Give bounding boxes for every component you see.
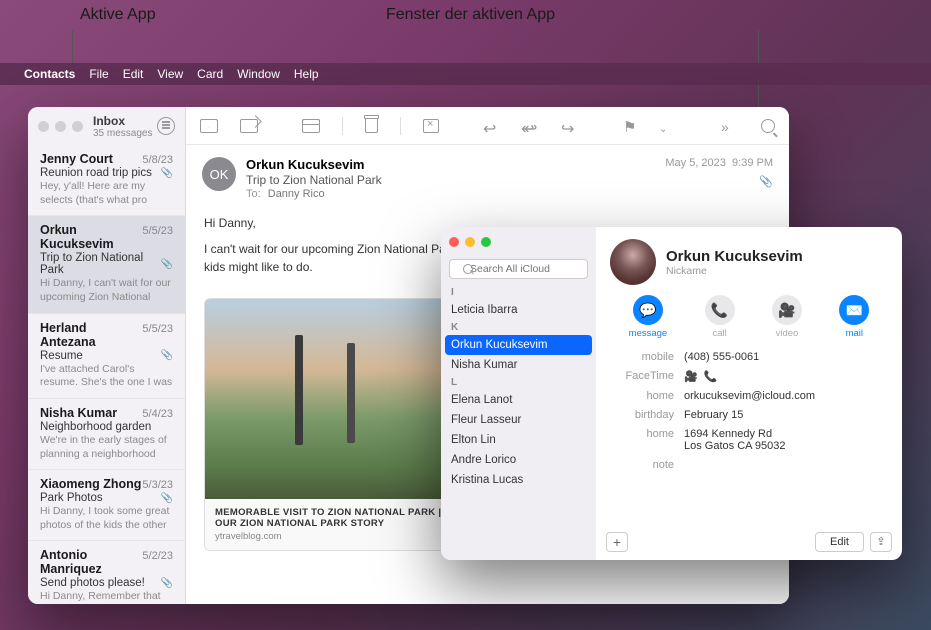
junk-icon[interactable] (423, 119, 439, 133)
field-label-mobile: mobile (610, 351, 674, 363)
flag-icon[interactable] (623, 118, 637, 134)
list-item[interactable]: Jenny Court5/8/23Reunion road trip pics📎… (28, 145, 185, 216)
list-item[interactable]: Nisha Kumar (441, 355, 596, 375)
inbox-heading: Inbox 35 messages (93, 114, 157, 139)
mail-titlebar: Inbox 35 messages (28, 107, 185, 145)
trash-icon[interactable] (365, 118, 378, 133)
list-item[interactable]: Herland Antezana5/5/23Resume📎I've attach… (28, 314, 185, 399)
link-preview-source: ytravelblog.com (215, 531, 453, 542)
annotation-active-app: Aktive App (80, 6, 156, 24)
field-label-home-email: home (610, 390, 674, 402)
mail-sidebar: Inbox 35 messages Jenny Court5/8/23Reuni… (28, 107, 186, 604)
toolbar-separator (400, 117, 401, 135)
field-value-home-addr[interactable]: 1694 Kennedy RdLos Gatos CA 95032 (684, 428, 888, 452)
search-icon[interactable] (761, 119, 775, 133)
contact-photo[interactable] (610, 239, 656, 285)
attachment-icon[interactable]: 📎 (759, 175, 773, 188)
field-value-facetime[interactable]: 🎥 📞 (684, 370, 888, 383)
zoom-icon[interactable] (481, 237, 491, 247)
menu-card[interactable]: Card (197, 67, 223, 81)
contact-fields: mobile (408) 555-0061 FaceTime 🎥 📞 home … (610, 351, 888, 471)
list-item[interactable]: Nisha Kumar5/4/23Neighborhood gardenWe'r… (28, 399, 185, 470)
compose-icon[interactable] (240, 119, 258, 133)
contacts-sidebar: ILeticia IbarraKOrkun KucuksevimNisha Ku… (441, 227, 596, 560)
mail-toolbar (186, 107, 789, 145)
forward-icon[interactable] (561, 119, 579, 133)
search-input[interactable] (449, 259, 588, 279)
list-item[interactable]: Kristina Lucas (441, 470, 596, 490)
list-section-header: I (441, 285, 596, 300)
minimize-icon[interactable] (465, 237, 475, 247)
more-icon[interactable] (721, 119, 739, 133)
list-section-header: K (441, 320, 596, 335)
contact-nickname: Nickame (666, 265, 803, 277)
filter-icon[interactable] (157, 117, 175, 135)
list-item[interactable]: Fleur Lasseur (441, 410, 596, 430)
archive-icon[interactable] (302, 119, 320, 133)
field-value-home-email[interactable]: orkucuksevim@icloud.com (684, 390, 888, 402)
list-item[interactable]: Leticia Ibarra (441, 300, 596, 320)
message-date: May 5, 2023 9:39 PM (665, 157, 773, 169)
field-label-home-addr: home (610, 428, 674, 452)
link-preview-title: MEMORABLE VISIT TO ZION NATIONAL PARK | … (215, 507, 453, 529)
sender-avatar[interactable]: OK (202, 157, 236, 191)
reply-icon[interactable] (483, 119, 499, 133)
add-button[interactable]: + (606, 532, 628, 552)
call-button[interactable]: 📞call (705, 295, 735, 339)
message-header: OK Orkun Kucuksevim Trip to Zion Nationa… (186, 145, 789, 208)
field-value-note[interactable] (684, 459, 888, 471)
mail-button[interactable]: ✉️mail (839, 295, 869, 339)
menu-window[interactable]: Window (237, 67, 280, 81)
video-button[interactable]: 🎥video (772, 295, 802, 339)
menu-view[interactable]: View (157, 67, 183, 81)
toolbar-separator (342, 117, 343, 135)
list-item[interactable]: Elton Lin (441, 430, 596, 450)
link-preview-card[interactable]: MEMORABLE VISIT TO ZION NATIONAL PARK | … (204, 298, 464, 551)
close-icon[interactable] (449, 237, 459, 247)
mail-traffic-lights[interactable] (38, 121, 83, 132)
inbox-title: Inbox (93, 114, 157, 128)
inbox-count: 35 messages (93, 128, 157, 139)
menu-help[interactable]: Help (294, 67, 319, 81)
list-item[interactable]: Andre Lorico (441, 450, 596, 470)
message-subject: Trip to Zion National Park (246, 173, 773, 187)
list-item[interactable]: Elena Lanot (441, 390, 596, 410)
list-item[interactable]: Orkun Kucuksevim (445, 335, 592, 355)
message-button[interactable]: 💬message (629, 295, 668, 339)
list-item[interactable]: Antonio Manriquez5/2/23Send photos pleas… (28, 541, 185, 604)
message-list[interactable]: Jenny Court5/8/23Reunion road trip pics📎… (28, 145, 185, 604)
minimize-icon[interactable] (55, 121, 66, 132)
contacts-list[interactable]: ILeticia IbarraKOrkun KucuksevimNisha Ku… (441, 285, 596, 560)
field-label-facetime: FaceTime (610, 370, 674, 383)
field-value-birthday: February 15 (684, 409, 888, 421)
list-item[interactable]: Xiaomeng Zhong5/3/23Park Photos📎Hi Danny… (28, 470, 185, 541)
contacts-window: ILeticia IbarraKOrkun KucuksevimNisha Ku… (441, 227, 902, 560)
field-label-note: note (610, 459, 674, 471)
contacts-search (449, 259, 588, 279)
link-preview-image (205, 299, 463, 499)
annotation-active-window: Fenster der aktiven App (386, 6, 555, 24)
reply-all-icon[interactable] (521, 119, 539, 133)
menubar: Contacts File Edit View Card Window Help (0, 63, 931, 85)
contact-actions: 💬message 📞call 🎥video ✉️mail (610, 295, 888, 339)
field-value-mobile[interactable]: (408) 555-0061 (684, 351, 888, 363)
menu-edit[interactable]: Edit (123, 67, 144, 81)
contact-name: Orkun Kucuksevim (666, 248, 803, 265)
list-item[interactable]: Orkun Kucuksevim5/5/23Trip to Zion Natio… (28, 216, 185, 313)
message-to-value: Danny Rico (268, 188, 325, 200)
share-icon[interactable]: ⇪ (870, 532, 892, 552)
annotation-line-left (72, 30, 73, 66)
get-mail-icon[interactable] (200, 119, 218, 133)
contacts-titlebar (441, 227, 596, 257)
field-label-birthday: birthday (610, 409, 674, 421)
close-icon[interactable] (38, 121, 49, 132)
list-section-header: L (441, 375, 596, 390)
menubar-app-name[interactable]: Contacts (24, 67, 75, 81)
contact-card: Orkun Kucuksevim Nickame 💬message 📞call … (596, 227, 902, 560)
flag-menu-chevron-icon[interactable] (659, 119, 677, 133)
edit-button[interactable]: Edit (815, 532, 864, 552)
message-to: To: Danny Rico (246, 188, 773, 200)
menu-file[interactable]: File (89, 67, 108, 81)
zoom-icon[interactable] (72, 121, 83, 132)
